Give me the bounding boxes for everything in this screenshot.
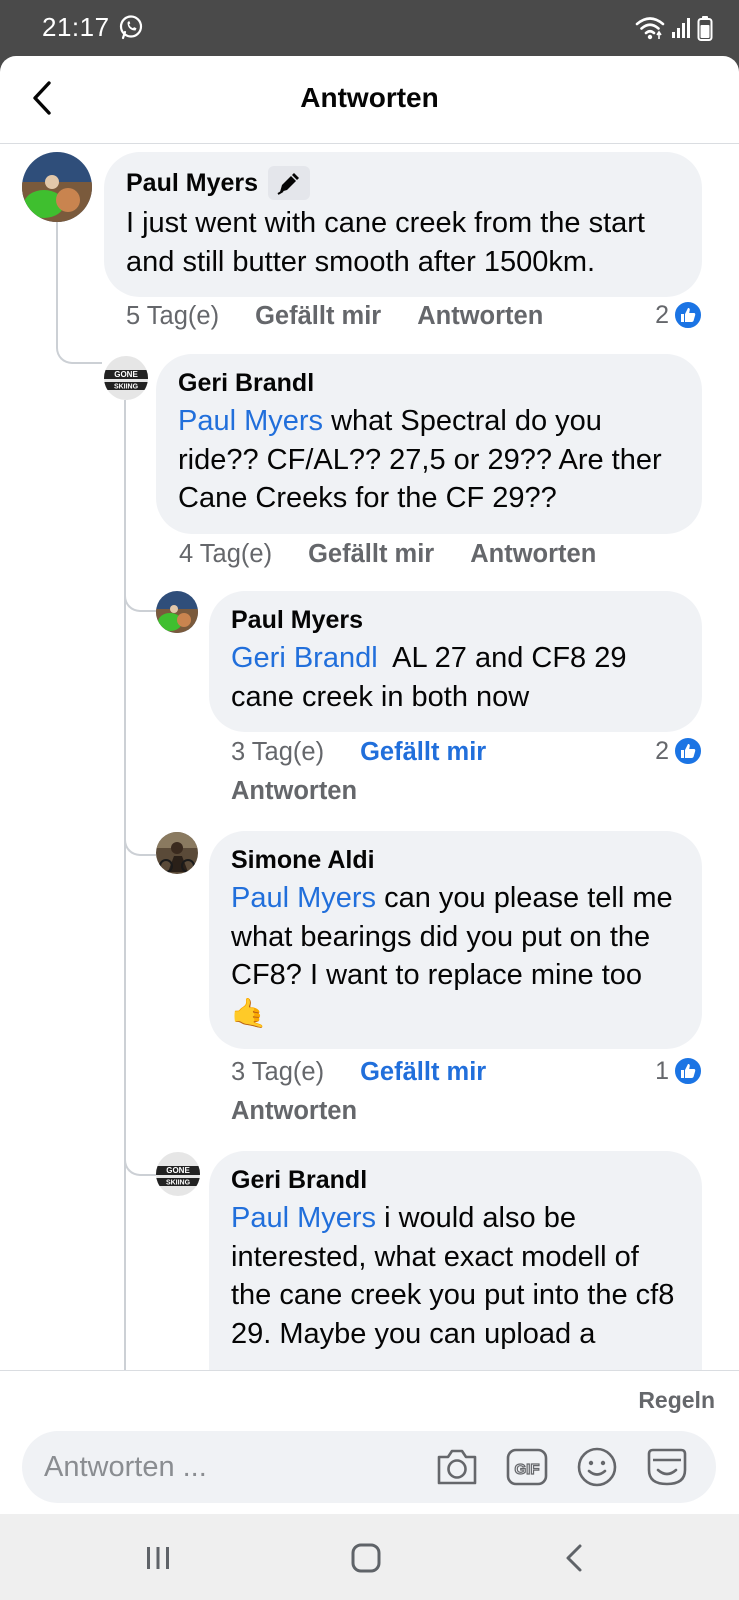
comment-text: Geri Brandl AL 27 and CF8 29 cane creek … — [231, 639, 680, 716]
avatar[interactable]: GONE SKIING — [156, 1152, 200, 1196]
reply-composer-area: Regeln GIF — [0, 1370, 739, 1510]
thread-connector — [124, 590, 156, 612]
thumbs-up-icon — [673, 300, 703, 330]
like-button[interactable]: Gefällt mir — [255, 302, 381, 331]
like-button[interactable]: Gefällt mir — [360, 738, 486, 767]
status-bar: 21:17 — [0, 0, 739, 56]
comment-time: 3 Tag(e) — [231, 738, 325, 766]
thread-connector — [56, 222, 102, 364]
avatar[interactable]: GONE SKIING — [104, 356, 148, 400]
back-nav-button[interactable] — [552, 1536, 596, 1580]
comment-time: 5 Tag(e) — [126, 302, 220, 330]
gif-icon[interactable]: GIF — [504, 1445, 550, 1489]
comment-actions: 4 Tag(e) Gefällt mir Antworten — [179, 540, 596, 569]
comment-text: I just went with cane creek from the sta… — [126, 207, 645, 278]
reply-button[interactable]: Antworten — [470, 540, 596, 569]
comment-time: 4 Tag(e) — [179, 540, 273, 568]
comment-text: Paul Myers can you please tell me what b… — [231, 879, 680, 1033]
comment-bubble[interactable]: Geri Brandl Paul Myers what Spectral do … — [156, 354, 702, 534]
camera-icon[interactable] — [434, 1445, 480, 1489]
reply-button[interactable]: Antworten — [417, 302, 543, 331]
home-icon — [351, 1543, 381, 1573]
thread-connector — [124, 834, 156, 856]
reaction-count-value: 1 — [655, 1056, 669, 1085]
status-icons — [635, 14, 713, 42]
like-button[interactable]: Gefällt mir — [360, 1058, 486, 1087]
comment-author[interactable]: Geri Brandl — [231, 1165, 367, 1195]
page-title: Antworten — [300, 82, 439, 113]
rules-link[interactable]: Regeln — [638, 1387, 715, 1414]
recent-apps-button[interactable] — [136, 1536, 180, 1580]
comment-author[interactable]: Paul Myers — [126, 168, 258, 198]
emoji-icon[interactable] — [574, 1445, 620, 1489]
comment-author[interactable]: Geri Brandl — [178, 368, 314, 398]
mention-link[interactable]: Paul Myers — [231, 1202, 376, 1234]
replies-sheet: Antworten Paul Myers I just went with ca… — [0, 56, 739, 1514]
avatar[interactable] — [156, 832, 198, 874]
recent-apps-icon — [147, 1547, 169, 1569]
whatsapp-icon — [118, 14, 144, 40]
mention-link[interactable]: Geri Brandl — [231, 642, 378, 674]
reaction-count[interactable]: 2 — [655, 736, 703, 766]
battery-icon — [697, 16, 713, 41]
reaction-count[interactable]: 1 — [655, 1056, 703, 1086]
comment-actions: 3 Tag(e) Gefällt mir — [231, 1058, 486, 1087]
svg-text:GIF: GIF — [515, 1461, 540, 1478]
home-button[interactable] — [344, 1536, 388, 1580]
thumbs-up-icon — [673, 736, 703, 766]
comment-actions: 5 Tag(e) Gefällt mir Antworten — [126, 302, 543, 331]
system-nav-bar — [0, 1514, 739, 1600]
thread-connector — [124, 1154, 156, 1176]
avatar[interactable] — [22, 152, 92, 222]
reply-composer: GIF — [22, 1431, 716, 1503]
reply-button[interactable]: Antworten — [231, 777, 357, 806]
reaction-count-value: 2 — [655, 736, 669, 765]
svg-text:GONE: GONE — [114, 370, 138, 379]
sticker-icon[interactable] — [644, 1445, 690, 1489]
comment-text: Paul Myers i would also be interested, w… — [231, 1199, 680, 1353]
comment-bubble[interactable]: Paul Myers I just went with cane creek f… — [104, 152, 702, 297]
svg-text:SKIING: SKIING — [114, 384, 139, 391]
back-icon — [566, 1544, 582, 1572]
avatar[interactable] — [156, 591, 198, 633]
svg-text:GONE: GONE — [166, 1166, 190, 1175]
comment-author[interactable]: Simone Aldi — [231, 845, 375, 875]
like-button[interactable]: Gefällt mir — [308, 540, 434, 569]
signal-icon — [672, 18, 690, 38]
reply-button[interactable]: Antworten — [231, 1097, 357, 1126]
thumbs-up-icon — [673, 1056, 703, 1086]
comment-text: Paul Myers what Spectral do you ride?? C… — [178, 402, 680, 518]
svg-text:SKIING: SKIING — [166, 1180, 191, 1187]
comments-list[interactable]: Paul Myers I just went with cane creek f… — [0, 144, 739, 1430]
reaction-count[interactable]: 2 — [655, 300, 703, 330]
top-fan-pen-icon — [268, 166, 311, 200]
reply-input[interactable] — [44, 1431, 424, 1503]
comment-bubble[interactable]: Paul Myers Geri Brandl AL 27 and CF8 29 … — [209, 591, 702, 732]
header: Antworten — [0, 56, 739, 144]
comment-time: 3 Tag(e) — [231, 1058, 325, 1086]
comment-author[interactable]: Paul Myers — [231, 605, 363, 635]
comment-bubble[interactable]: Simone Aldi Paul Myers can you please te… — [209, 831, 702, 1049]
comment-actions: 3 Tag(e) Gefällt mir — [231, 738, 486, 767]
mention-link[interactable]: Paul Myers — [178, 405, 323, 437]
thread-connector — [124, 400, 126, 1430]
reaction-count-value: 2 — [655, 300, 669, 329]
wifi-icon — [635, 17, 665, 40]
status-time: 21:17 — [42, 12, 110, 42]
mention-link[interactable]: Paul Myers — [231, 882, 376, 914]
